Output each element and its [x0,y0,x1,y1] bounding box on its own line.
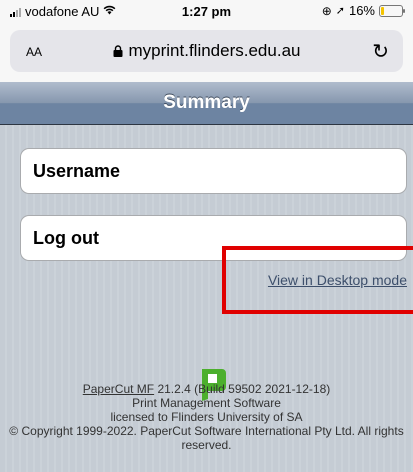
status-right: ⊕ ➚ 16% [321,3,405,18]
battery-fill [381,6,384,15]
url-field[interactable]: AA myprint.flinders.edu.au ↻ [10,30,403,72]
version-text: 21.2.4 (Build 59502 2021-12-18) [157,382,331,396]
footer-line-3: licensed to Flinders University of SA [110,410,303,424]
battery-icon [379,4,405,17]
footer-line-2: Print Management Software [132,396,281,410]
page-title: Summary [0,82,413,125]
papercut-link[interactable]: PaperCut MF [83,382,154,396]
footer-copyright: © Copyright 1999-2022. PaperCut Software… [9,424,404,452]
page-content: Summary Username Log out View in Desktop… [0,82,413,472]
lock-icon [113,45,122,57]
url-display[interactable]: myprint.flinders.edu.au [10,41,403,61]
url-text: myprint.flinders.edu.au [128,41,301,60]
location-icon: ➚ [335,5,345,17]
address-bar: AA myprint.flinders.edu.au ↻ [0,22,413,82]
orientation-lock-icon: ⊕ [321,3,332,18]
battery-percent: 16% [348,3,375,18]
footer-version-line: PaperCut MF 21.2.4 (Build 59502 2021-12-… [0,382,413,396]
highlight-box [222,246,413,314]
status-bar: vodafone AU 1:27 pm ⊕ ➚ 16% [0,0,413,22]
footer: PaperCut MF 21.2.4 (Build 59502 2021-12-… [0,382,413,452]
username-button[interactable]: Username [20,148,407,194]
reload-icon[interactable]: ↻ [372,39,389,64]
